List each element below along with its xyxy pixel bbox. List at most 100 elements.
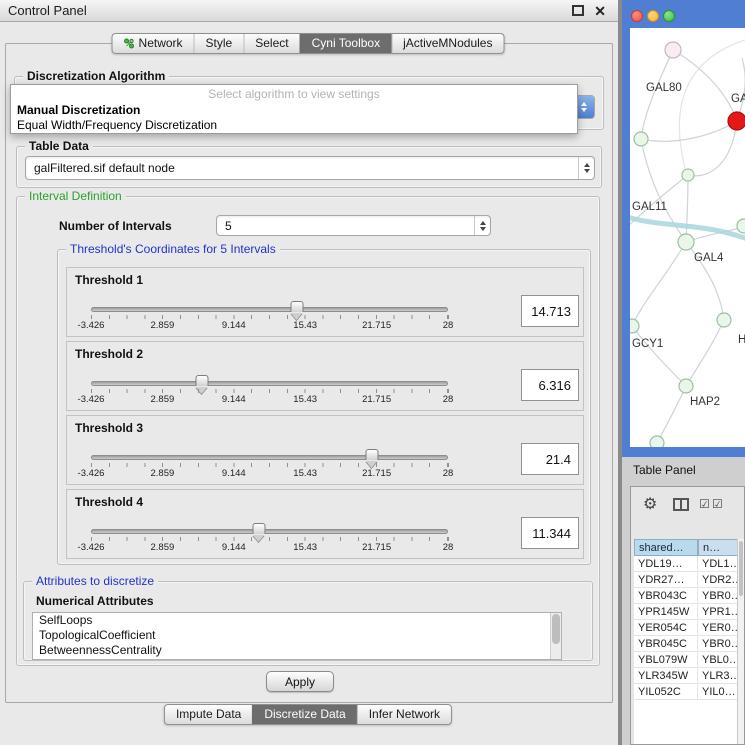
cell[interactable]: YBL079W (634, 652, 698, 668)
network-node[interactable] (630, 319, 639, 333)
table-row[interactable]: YER054C YER0… (634, 620, 737, 636)
tick-label: 28 (443, 394, 454, 405)
threshold-3-value-field[interactable]: 21.4 (521, 443, 579, 475)
cell[interactable]: YPR1… (698, 604, 739, 620)
threshold-label: Threshold 4 (75, 495, 143, 509)
cell[interactable]: YDL1… (698, 556, 739, 572)
tick-label: -3.426 (78, 542, 105, 553)
slider-tick-labels: -3.426 2.859 9.144 15.43 21.715 28 (91, 394, 448, 406)
number-of-intervals-label: Number of Intervals (59, 219, 172, 233)
table-scrollbar[interactable] (737, 539, 744, 744)
table-row[interactable]: YBR043C YBR0… (634, 588, 737, 604)
cell[interactable]: YER0… (698, 620, 739, 636)
gear-icon[interactable]: ⚙ (643, 494, 657, 514)
table-row[interactable]: YLR345W YLR3… (634, 668, 737, 684)
cell[interactable]: YLR345W (634, 668, 698, 684)
network-node[interactable] (717, 313, 731, 327)
list-item[interactable]: TopologicalCoefficient (33, 628, 561, 643)
table-row[interactable]: YDL19… YDL1… (634, 556, 737, 572)
group-title: Interval Definition (25, 189, 126, 203)
tick-label: -3.426 (78, 394, 105, 405)
tick-label: 28 (443, 468, 454, 479)
apply-button[interactable]: Apply (266, 671, 334, 692)
threshold-1-value-field[interactable]: 14.713 (521, 295, 579, 327)
tab-select[interactable]: Select (243, 34, 299, 53)
tick-label: -3.426 (78, 468, 105, 479)
network-canvas[interactable]: GAL80 GA GAL11 GAL4 GCY1 H HAP2 (630, 28, 745, 447)
number-of-intervals-combobox[interactable]: 5 (216, 215, 491, 236)
tick-label: 2.859 (151, 468, 175, 479)
slider-thumb[interactable] (196, 375, 209, 386)
network-node[interactable] (678, 234, 694, 250)
cell[interactable]: YBL0… (698, 652, 739, 668)
cell[interactable]: YDL19… (634, 556, 698, 572)
group-title: Discretization Algorithm (23, 69, 169, 83)
cell[interactable]: YPR145W (634, 604, 698, 620)
table-row[interactable]: YPR145W YPR1… (634, 604, 737, 620)
slider-tick-labels: -3.426 2.859 9.144 15.43 21.715 28 (91, 542, 448, 554)
tab-cyni-toolbox[interactable]: Cyni Toolbox (300, 34, 391, 53)
table-row[interactable]: YIL052C YIL0… (634, 684, 737, 700)
tab-jactivemnodules[interactable]: jActiveMNodules (391, 34, 503, 53)
slider-thumb[interactable] (252, 523, 265, 534)
tab-impute-data[interactable]: Impute Data (165, 705, 252, 724)
checkbox-icon[interactable]: ☑ (699, 497, 710, 511)
network-node[interactable] (737, 219, 745, 233)
dropdown-option-manual-discretization[interactable]: Manual Discretization (17, 103, 140, 117)
table-row[interactable]: YBR045C YBR0… (634, 636, 737, 652)
dropdown-option-equal-width-frequency[interactable]: Equal Width/Frequency Discretization (17, 118, 217, 132)
threshold-label: Threshold 2 (75, 347, 143, 361)
threshold-4-slider[interactable] (91, 529, 448, 534)
tab-discretize-data[interactable]: Discretize Data (252, 705, 356, 724)
close-icon[interactable]: ✕ (594, 2, 606, 20)
threshold-2-value-field[interactable]: 6.316 (521, 369, 579, 401)
tab-network[interactable]: Network (113, 34, 194, 53)
network-node-red[interactable] (728, 112, 745, 130)
cell[interactable]: YBR0… (698, 588, 739, 604)
network-node[interactable] (650, 436, 664, 447)
cell[interactable]: YBR045C (634, 636, 698, 652)
cell[interactable]: YBR043C (634, 588, 698, 604)
node-label: HAP2 (690, 396, 720, 408)
float-window-icon[interactable] (572, 5, 584, 16)
table-data-combobox[interactable]: galFiltered.sif default node (25, 156, 595, 180)
cell[interactable]: YBR0… (698, 636, 739, 652)
tab-label: Select (255, 34, 288, 53)
zoom-traffic-light-icon[interactable] (663, 10, 675, 22)
slider-thumb[interactable] (366, 449, 379, 460)
threshold-1-slider[interactable] (91, 307, 448, 312)
cell[interactable]: YIL052C (634, 684, 698, 700)
cell[interactable]: YDR2… (698, 572, 739, 588)
list-item[interactable]: BetweennessCentrality (33, 643, 561, 658)
threshold-3-slider[interactable] (91, 455, 448, 460)
list-scrollbar[interactable] (550, 613, 561, 659)
node-label: GAL80 (646, 82, 682, 94)
network-node[interactable] (682, 169, 694, 181)
list-item[interactable]: SelfLoops (33, 613, 561, 628)
combo-stepper-icon[interactable] (578, 157, 594, 179)
network-node-pink[interactable] (665, 42, 681, 58)
threshold-4-value-field[interactable]: 11.344 (521, 517, 579, 549)
control-panel-window: Control Panel ✕ Network Style Sel (0, 0, 618, 745)
threshold-2-slider[interactable] (91, 381, 448, 386)
slider-thumb[interactable] (290, 301, 303, 312)
minimize-traffic-light-icon[interactable] (647, 10, 659, 22)
checkbox-icon[interactable]: ☑ (712, 497, 723, 511)
dropdown-placeholder: Select algorithm to view settings (11, 87, 577, 101)
table-row[interactable]: YDR27… YDR2… (634, 572, 737, 588)
column-header-shared[interactable]: shared… (634, 539, 698, 556)
network-node[interactable] (634, 132, 648, 146)
combo-stepper-icon[interactable] (474, 216, 490, 235)
cell[interactable]: YIL0… (698, 684, 739, 700)
tab-style[interactable]: Style (194, 34, 244, 53)
columns-icon[interactable] (673, 498, 689, 511)
cell[interactable]: YLR3… (698, 668, 739, 684)
tab-infer-network[interactable]: Infer Network (357, 705, 451, 724)
close-traffic-light-icon[interactable] (631, 10, 643, 22)
cell[interactable]: YDR27… (634, 572, 698, 588)
threshold-4-panel: Threshold 4 -3.426 2.859 9.144 15.43 21.… (66, 489, 584, 559)
cell[interactable]: YER054C (634, 620, 698, 636)
network-node[interactable] (679, 379, 693, 393)
column-header-name[interactable]: n… (698, 539, 739, 556)
table-row[interactable]: YBL079W YBL0… (634, 652, 737, 668)
